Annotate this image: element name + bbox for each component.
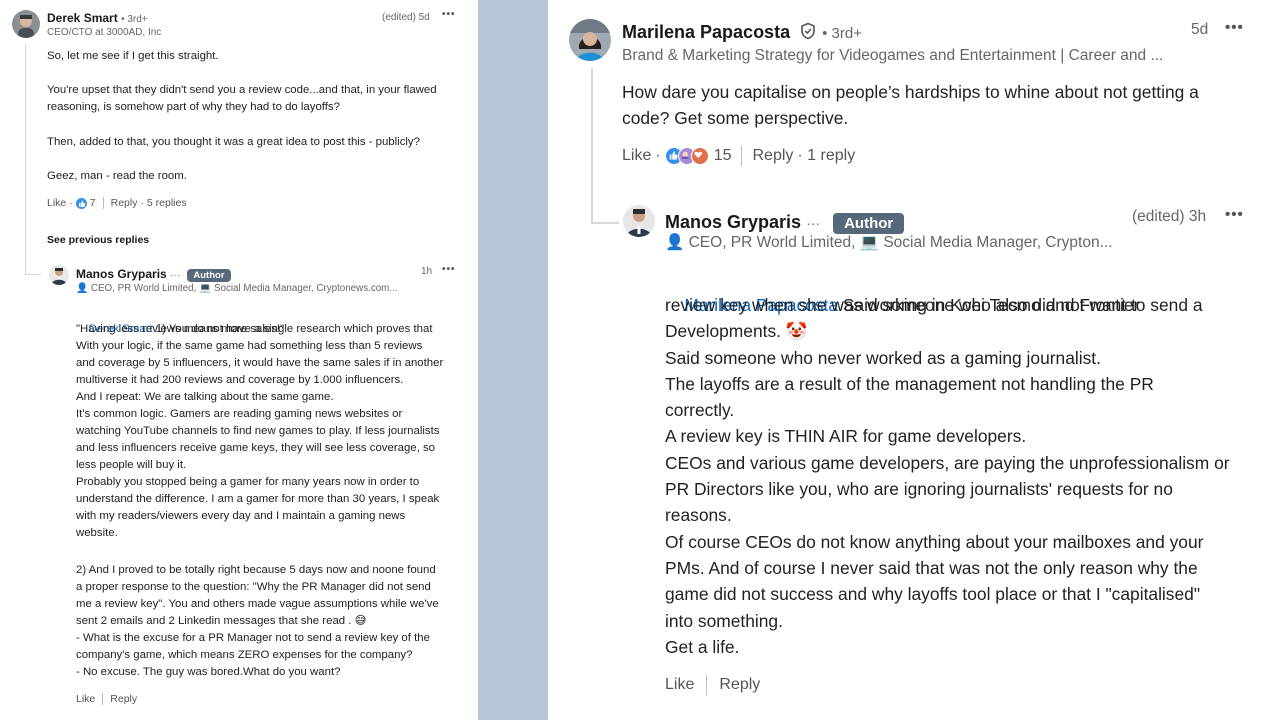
avatar-manos-gryparis[interactable] [623,205,655,237]
action-divider [102,197,104,209]
separator-dot: · [655,147,661,164]
like-count: 7 [89,197,96,209]
action-divider [102,693,104,705]
left-comment-panel: Derek Smart • 3rd+ CEO/CTO at 3000AD, In… [0,0,478,720]
reply-author-name-text[interactable]: Manos Gryparis [665,212,801,232]
reply-timestamp: 1h [421,266,433,277]
reply-button[interactable]: Reply [719,676,760,694]
avatar-derek-smart[interactable] [12,10,40,38]
commenter-name: Marilena Papacosta • 3rd+ [622,22,862,45]
comment-actions: Like · 15 Reply · 1 reply [622,146,855,166]
avatar-marilena-papacosta[interactable] [569,19,611,61]
replies-count-link[interactable]: · 5 replies [140,197,186,209]
comment-paragraph-2: You're upset that they didn't send you a… [47,84,437,113]
reply-author-headline: 👤 CEO, PR World Limited, 💻 Social Media … [665,234,1113,251]
reply-author-name: Manos Gryparis ··· Author [665,212,905,234]
more-options-icon[interactable]: ••• [1225,19,1244,36]
more-options-icon[interactable]: ••• [442,264,456,275]
reply-author-name-text[interactable]: Manos Gryparis [76,267,167,281]
center-divider [478,0,548,720]
ellipsis: ··· [806,215,821,231]
commenter-name-text[interactable]: Marilena Papacosta [622,22,790,42]
comment-paragraph-1: So, let me see if I get this straight. [47,50,219,62]
thread-line [25,44,26,274]
like-button[interactable]: Like [47,197,66,209]
like-button[interactable]: Like [665,676,694,694]
like-button[interactable]: Like [76,693,95,705]
reply-author-name: Manos Gryparis ··· Author [76,267,231,282]
avatar-manos-gryparis[interactable] [49,265,69,285]
reply-author-headline: 👤 CEO, PR World Limited, 💻 Social Media … [76,283,398,294]
comment-paragraph-3: Then, added to that, you thought it was … [47,136,420,148]
reply-button[interactable]: Reply [110,693,137,705]
right-comment-panel: Marilena Papacosta • 3rd+ Brand & Market… [548,0,1278,720]
love-reaction-icon [690,147,709,165]
comment-actions: Like · 7 Reply · 5 replies [47,197,187,209]
connection-degree: • 3rd+ [121,14,148,25]
thread-branch-line [25,274,41,275]
commenter-headline: CEO/CTO at 3000AD, Inc [47,27,162,38]
reply-button[interactable]: Reply [111,197,138,209]
reply-edited-timestamp: (edited) 3h [1132,208,1207,225]
action-divider [706,675,708,695]
verified-shield-icon [799,22,817,45]
commenter-name[interactable]: Derek Smart • 3rd+ [47,11,148,25]
like-reaction-icon [75,197,87,209]
separator-dot: · [69,197,73,209]
reply-actions: Like Reply [76,693,137,705]
connection-degree: • 3rd+ [822,25,862,42]
thread-line [591,68,593,224]
comment-paragraph-4: Geez, man - read the room. [47,170,187,182]
replies-count-link[interactable]: · 1 reply [797,147,855,165]
author-badge: Author [187,269,231,282]
reply-button[interactable]: Reply [752,147,793,165]
reply-body-part-2: 2) And I proved to be totally right beca… [76,564,439,678]
reply-body: review key when she was working in Koei … [665,295,1230,657]
commenter-headline: Brand & Marketing Strategy for Videogame… [622,47,1164,64]
commenter-name-text[interactable]: Derek Smart [47,11,118,25]
action-divider [741,146,743,166]
more-options-icon[interactable]: ••• [442,9,456,20]
reaction-count[interactable]: 15 [714,147,732,165]
reaction-icons [664,147,709,165]
like-button[interactable]: Like [622,147,651,165]
reply-actions: Like Reply [665,675,760,695]
author-badge: Author [833,213,905,234]
comment-timestamp: 5d [1191,21,1209,38]
thread-branch-line [591,222,619,224]
comment-body: How dare you capitalise on people’s hard… [622,82,1199,129]
reply-body-part-1: "Having less reviews means more sales!" … [76,323,444,539]
ellipsis: ··· [170,270,181,281]
see-previous-replies-link[interactable]: See previous replies [47,234,149,246]
edited-timestamp: (edited) 5d [382,12,430,23]
more-options-icon[interactable]: ••• [1225,206,1244,223]
